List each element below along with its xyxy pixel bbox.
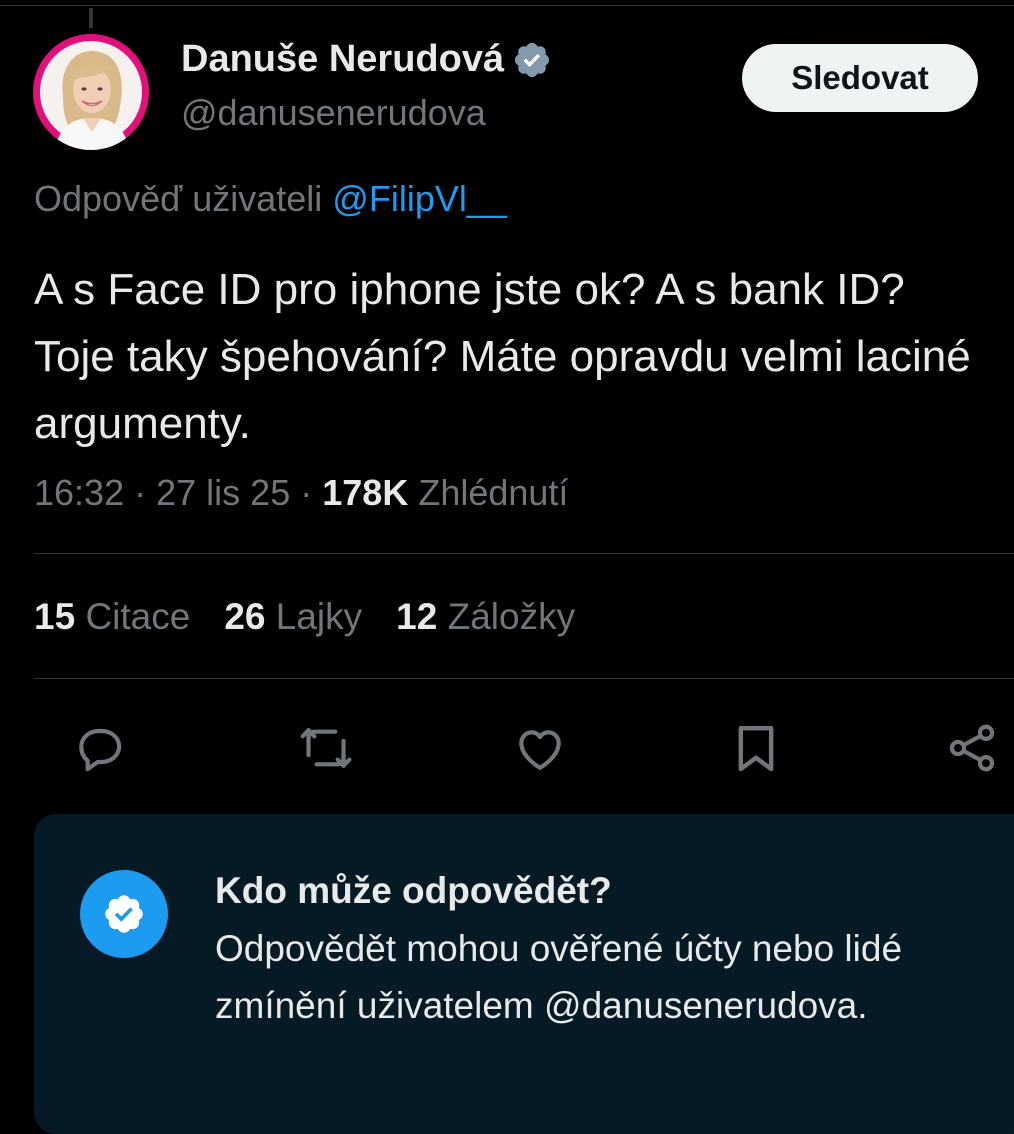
retweet-icon[interactable] xyxy=(298,720,354,776)
views-label: Zhlédnutí xyxy=(418,472,569,513)
reply-mention-link[interactable]: @FilipVl__ xyxy=(332,178,507,219)
verified-check-icon xyxy=(80,870,168,958)
bookmark-icon[interactable] xyxy=(728,720,784,776)
author-display-name-row[interactable]: Danuše Nerudová xyxy=(181,38,552,81)
tweet-meta: 16:32 · 27 lis 25 · 178K Zhlédnutí xyxy=(34,472,568,514)
avatar[interactable] xyxy=(33,34,149,150)
top-divider xyxy=(0,5,1014,6)
avatar-portrait-image xyxy=(33,34,149,150)
bookmarks-stat[interactable]: 12 Záložky xyxy=(396,596,575,638)
engagement-stats: 15 Citace 26 Lajky 12 Záložky xyxy=(34,596,609,638)
tweet-date[interactable]: 27 lis 25 xyxy=(156,472,290,513)
divider xyxy=(34,553,1014,554)
follow-button[interactable]: Sledovat xyxy=(742,44,978,112)
quotes-count: 15 xyxy=(34,596,76,637)
author-handle[interactable]: @danusenerudova xyxy=(181,92,486,134)
verified-badge-icon[interactable] xyxy=(512,40,552,80)
share-icon[interactable] xyxy=(944,720,1000,776)
likes-label: Lajky xyxy=(275,596,363,637)
likes-stat[interactable]: 26 Lajky xyxy=(224,596,362,638)
meta-separator: · xyxy=(300,472,313,513)
reply-context: Odpověď uživateli @FilipVl__ xyxy=(34,178,507,220)
reply-context-prefix: Odpověď uživateli xyxy=(34,178,333,219)
like-icon[interactable] xyxy=(512,720,568,776)
likes-count: 26 xyxy=(224,596,266,637)
tweet-text: A s Face ID pro iphone jste ok? A s bank… xyxy=(34,265,971,448)
quotes-stat[interactable]: 15 Citace xyxy=(34,596,190,638)
reply-restriction-body: Odpovědět mohou ověřené účty nebo lidé z… xyxy=(215,928,903,1026)
meta-separator: · xyxy=(134,472,147,513)
tweet-time[interactable]: 16:32 xyxy=(34,472,124,513)
author-display-name[interactable]: Danuše Nerudová xyxy=(181,38,504,81)
reply-restriction-title: Kdo může odpovědět? xyxy=(215,870,612,911)
bookmarks-label: Záložky xyxy=(447,596,576,637)
thread-connector-line xyxy=(89,8,93,28)
quotes-label: Citace xyxy=(85,596,191,637)
divider xyxy=(34,678,1014,679)
reply-icon[interactable] xyxy=(72,720,128,776)
views-count: 178K xyxy=(322,472,409,513)
bookmarks-count: 12 xyxy=(396,596,438,637)
